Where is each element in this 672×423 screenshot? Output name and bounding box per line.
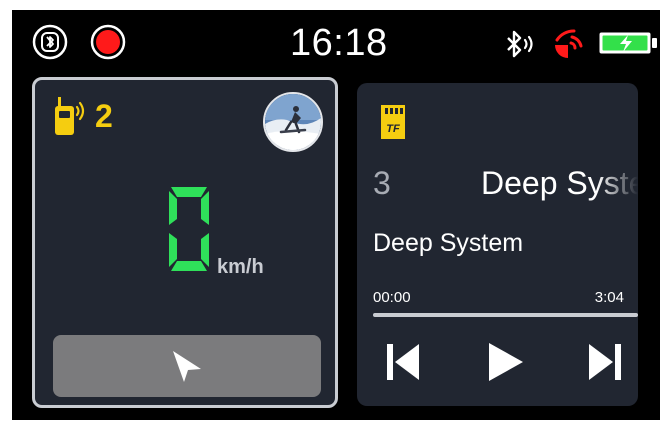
play-button[interactable] bbox=[485, 340, 525, 384]
speed-digit: 0 bbox=[161, 185, 217, 273]
navigation-button[interactable] bbox=[53, 335, 321, 397]
clock: 16:18 bbox=[290, 22, 388, 64]
elapsed-time: 00:00 bbox=[373, 289, 411, 306]
progress-bar[interactable] bbox=[373, 313, 638, 317]
previous-track-button[interactable] bbox=[383, 340, 423, 384]
bluetooth-audio-icon bbox=[504, 30, 538, 58]
battery-charging-icon bbox=[598, 31, 658, 55]
speed-segment-b bbox=[201, 191, 209, 225]
title-fade bbox=[597, 161, 638, 207]
speed-segment-d bbox=[171, 261, 207, 271]
signal-icon bbox=[552, 28, 588, 60]
song-title: Deep System bbox=[373, 229, 524, 257]
record-icon[interactable] bbox=[90, 24, 126, 60]
walkie-talkie-icon bbox=[52, 97, 90, 137]
track-number: 3 bbox=[373, 165, 391, 201]
speed-segment-e bbox=[169, 233, 177, 267]
status-bar: 16:18 bbox=[12, 10, 660, 74]
speed-segment-a bbox=[171, 187, 207, 197]
total-time: 3:04 bbox=[594, 289, 624, 306]
speed-segment-c bbox=[201, 233, 209, 267]
svg-text:TF: TF bbox=[386, 123, 400, 135]
speed-unit: km/h bbox=[217, 256, 264, 278]
bluetooth-toggle-icon[interactable] bbox=[32, 24, 68, 60]
navigation-arrow-icon bbox=[169, 349, 205, 385]
next-track-button[interactable] bbox=[585, 340, 625, 384]
user-avatar[interactable] bbox=[263, 92, 323, 152]
speed-card: 2 0 km/h bbox=[32, 77, 338, 408]
speed-segment-f bbox=[169, 191, 177, 225]
tf-card-icon: TF bbox=[379, 105, 407, 141]
device-screen: 16:18 2 km/h TF 3 Deep Deep System 00:00… bbox=[12, 10, 660, 420]
intercom-count: 2 bbox=[95, 98, 113, 134]
music-card: TF 3 Deep System Deep System 00:00 3:04 bbox=[357, 83, 638, 406]
